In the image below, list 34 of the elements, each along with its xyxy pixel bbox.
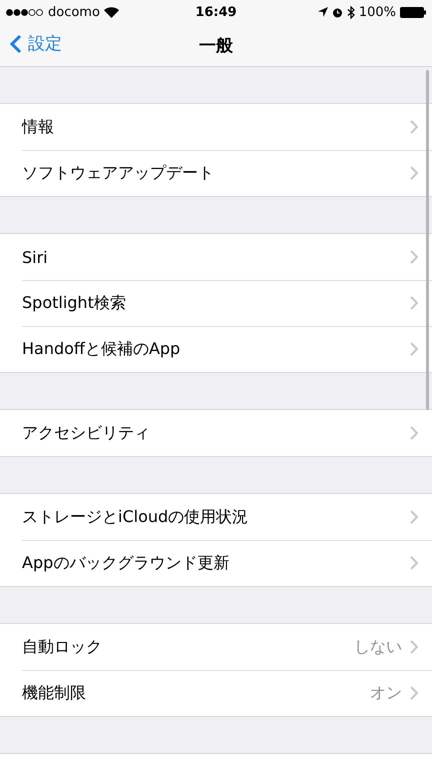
- settings-item[interactable]: アクセシビリティ: [22, 422, 410, 444]
- chevron-icon: [410, 342, 418, 356]
- carrier-name: docomo: [48, 4, 100, 20]
- settings-item[interactable]: Spotlight検索: [22, 292, 410, 314]
- status-time: 16:49: [195, 4, 237, 20]
- settings-item[interactable]: 情報: [22, 116, 410, 138]
- settings-item[interactable]: ソフトウェアアップデート: [22, 162, 410, 184]
- location-arrow-icon: [318, 7, 328, 17]
- bluetooth-icon: [346, 6, 355, 18]
- chevron-icon: [410, 686, 418, 700]
- nav-title: 一般: [199, 34, 233, 56]
- signal-icon: [6, 8, 44, 16]
- settings-item[interactable]: Siri: [22, 248, 410, 266]
- back-button[interactable]: 設定: [10, 32, 62, 55]
- setting-value: しない: [354, 636, 402, 658]
- chevron-icon: [410, 510, 418, 524]
- settings-item[interactable]: ストレージとiCloudの使用状況: [22, 506, 410, 528]
- chevron-icon: [410, 426, 418, 440]
- chevron-icon: [410, 640, 418, 654]
- battery-percentage: 100%: [358, 4, 396, 20]
- settings-item[interactable]: 自動ロック: [22, 636, 354, 658]
- settings-item[interactable]: Handoffと候補のApp: [22, 338, 410, 360]
- chevron-icon: [410, 166, 418, 180]
- setting-value: オン: [370, 682, 402, 704]
- chevron-icon: [410, 556, 418, 570]
- alarm-clock-icon: [332, 6, 343, 18]
- settings-item[interactable]: Appのバックグラウンド更新: [22, 552, 410, 574]
- chevron-icon: [410, 296, 418, 310]
- chevron-icon: [410, 250, 418, 264]
- battery-icon: [400, 6, 426, 18]
- wifi-icon: [104, 6, 119, 18]
- chevron-icon: [410, 120, 418, 134]
- back-chevron-icon: [10, 34, 22, 54]
- settings-item[interactable]: 機能制限: [22, 682, 370, 704]
